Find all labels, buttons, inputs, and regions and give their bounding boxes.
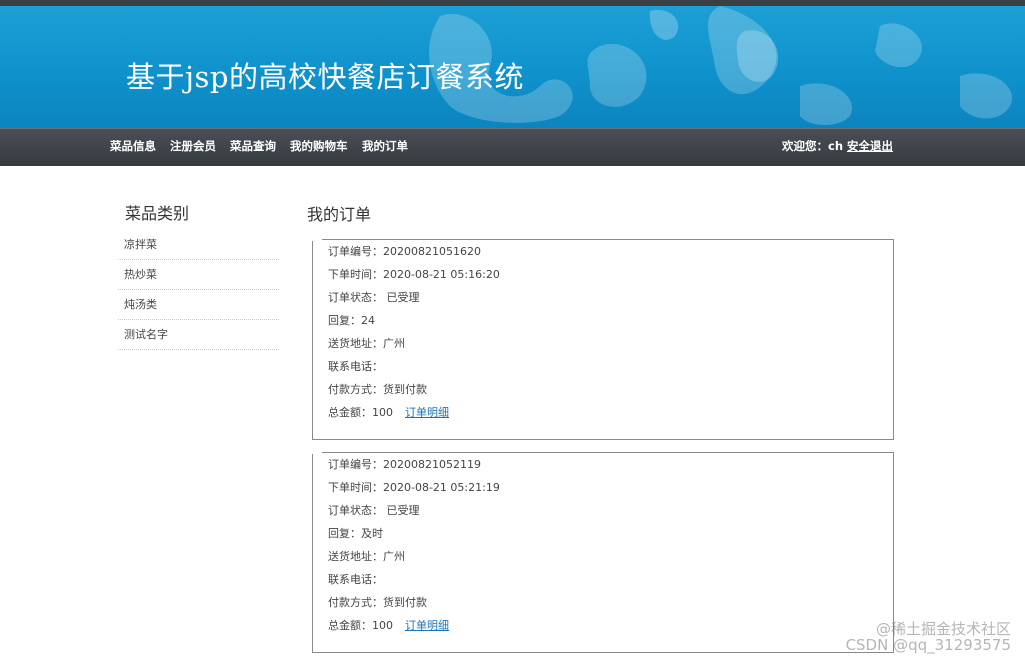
- order-time: 下单时间：2020-08-21 05:21:19: [328, 481, 500, 494]
- category-item[interactable]: 测试名字: [118, 320, 279, 350]
- watermark-line: CSDN @qq_31293575: [845, 636, 1011, 654]
- order-time: 下单时间：2020-08-21 05:16:20: [328, 268, 500, 281]
- order-address: 送货地址：广州: [328, 337, 405, 350]
- order-reply: 回复：及时: [328, 527, 383, 540]
- order-detail-link[interactable]: 订单明细: [405, 406, 449, 419]
- category-sidebar: 菜品类别 凉拌菜 热炒菜 炖汤类 测试名字: [118, 200, 279, 350]
- nav-item-register[interactable]: 注册会员: [170, 138, 216, 154]
- category-item[interactable]: 热炒菜: [118, 260, 279, 290]
- order-number: 订单编号：20200821052119: [328, 458, 481, 471]
- order-total-row: 总金额：100 订单明细: [313, 401, 893, 424]
- welcome-text: 欢迎您：ch: [782, 139, 844, 153]
- category-item[interactable]: 凉拌菜: [118, 230, 279, 260]
- order-card: 订单编号：20200821051620 下单时间：2020-08-21 05:1…: [312, 239, 894, 440]
- order-card: 订单编号：20200821052119 下单时间：2020-08-21 05:2…: [312, 452, 894, 653]
- order-phone: 联系电话：: [328, 360, 383, 373]
- order-status: 订单状态： 已受理: [328, 504, 420, 517]
- order-address: 送货地址：广州: [328, 550, 405, 563]
- logout-link[interactable]: 安全退出: [847, 138, 893, 154]
- order-phone: 联系电话：: [328, 573, 383, 586]
- order-total: 总金额：100: [328, 619, 393, 632]
- order-payment: 付款方式：货到付款: [328, 383, 427, 396]
- sidebar-title: 菜品类别: [125, 204, 190, 223]
- header-banner: 基于jsp的高校快餐店订餐系统: [0, 6, 1025, 128]
- order-number: 订单编号：20200821051620: [328, 245, 481, 258]
- nav-item-dish-search[interactable]: 菜品查询: [230, 138, 276, 154]
- order-payment: 付款方式：货到付款: [328, 596, 427, 609]
- watermark-line: @稀土掘金技术社区: [875, 620, 1011, 638]
- order-reply: 回复：24: [328, 314, 375, 327]
- order-detail-link[interactable]: 订单明细: [405, 619, 449, 632]
- site-title: 基于jsp的高校快餐店订餐系统: [126, 60, 524, 94]
- watermark: @稀土掘金技术社区 CSDN @qq_31293575: [846, 621, 1011, 653]
- nav-item-dish-info[interactable]: 菜品信息: [110, 138, 156, 154]
- page-title: 我的订单: [307, 205, 372, 224]
- nav-item-cart[interactable]: 我的购物车: [290, 138, 348, 154]
- main-nav: 菜品信息 注册会员 菜品查询 我的购物车 我的订单 欢迎您：ch 安全退出: [0, 128, 1025, 166]
- order-total: 总金额：100: [328, 406, 393, 419]
- order-total-row: 总金额：100 订单明细: [313, 614, 893, 637]
- category-item[interactable]: 炖汤类: [118, 290, 279, 320]
- nav-item-my-orders[interactable]: 我的订单: [362, 138, 408, 154]
- order-status: 订单状态： 已受理: [328, 291, 420, 304]
